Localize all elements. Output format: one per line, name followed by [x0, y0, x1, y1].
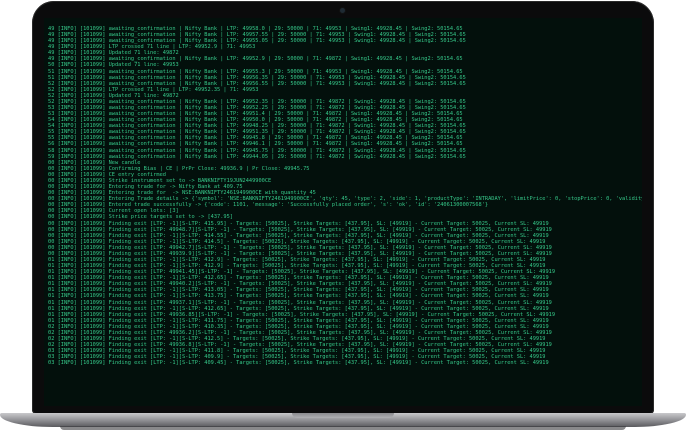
laptop-lid: 49 [INFO] [101099] awaiting_confirmation… [32, 1, 654, 414]
webcam-icon [340, 8, 345, 13]
log-line: 01 [INFO] [101099] Finding exit [LTP: 49… [48, 311, 556, 318]
laptop-opening-notch [292, 413, 394, 418]
terminal-window[interactable]: 49 [INFO] [101099] awaiting_confirmation… [44, 18, 642, 406]
terminal-log: 49 [INFO] [101099] awaiting_confirmation… [48, 26, 642, 366]
laptop-shadow [60, 426, 626, 430]
log-line: 03 [INFO] [101099] Finding exit [LTP: -1… [48, 360, 549, 367]
